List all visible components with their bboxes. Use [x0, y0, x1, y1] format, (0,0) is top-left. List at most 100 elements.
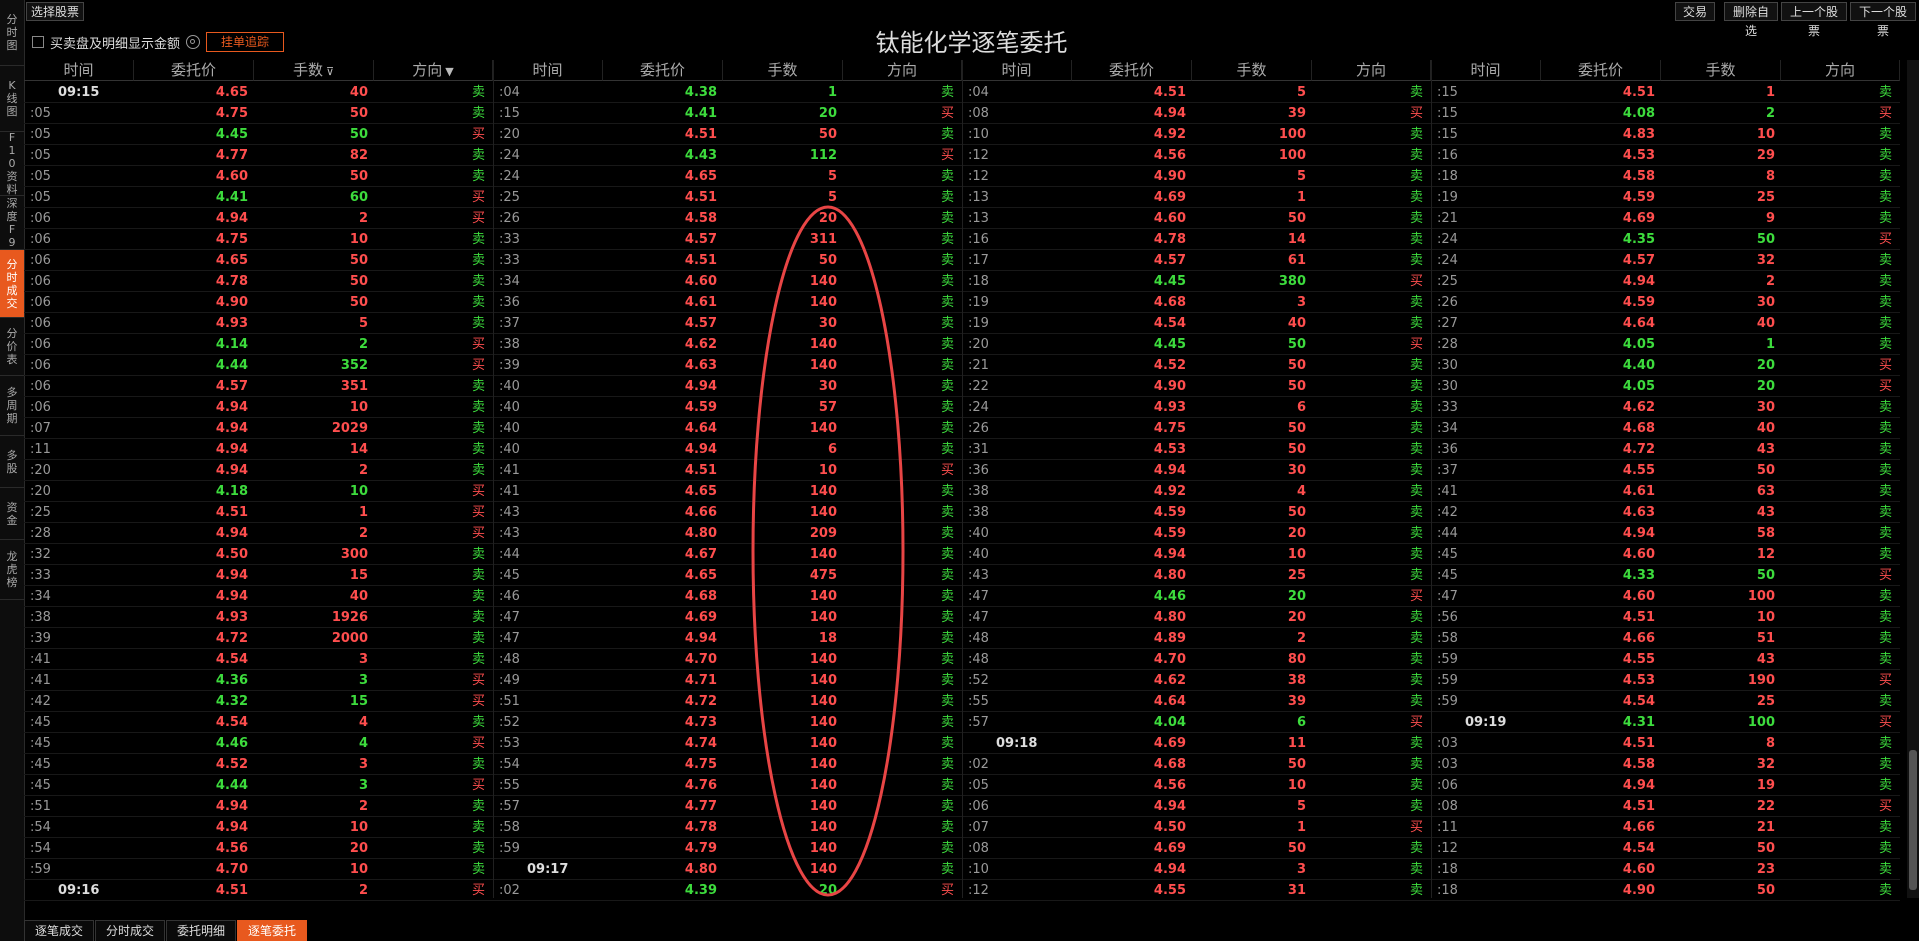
direction-cell: 卖: [1781, 271, 1900, 292]
prev-stock-button[interactable]: 上一个股票: [1781, 2, 1847, 38]
column-header[interactable]: 委托价: [603, 60, 723, 81]
direction-cell: 卖: [843, 775, 962, 796]
scrollbar[interactable]: [1907, 60, 1919, 898]
price-cell: 4.94: [134, 565, 254, 586]
time-cell: :06: [24, 334, 134, 355]
bottom-tab-1[interactable]: 分时成交: [95, 920, 166, 941]
nav-item-4[interactable]: 分时成交: [0, 250, 24, 318]
direction-cell: 卖: [843, 334, 962, 355]
column-header[interactable]: 手数: [723, 60, 843, 81]
delete-watchlist-button[interactable]: 删除自选: [1724, 2, 1778, 38]
column-header[interactable]: 方向: [1312, 60, 1431, 81]
nav-item-3[interactable]: 深度F9: [0, 196, 24, 250]
scroll-thumb[interactable]: [1909, 750, 1917, 890]
time-cell: :26: [962, 418, 1072, 439]
time-cell: :55: [962, 691, 1072, 712]
time-cell: :05: [962, 775, 1072, 796]
time-cell: :24: [493, 145, 603, 166]
volume-cell: 57: [723, 397, 843, 418]
nav-item-8[interactable]: 资金: [0, 488, 24, 540]
column-header[interactable]: 委托价: [1072, 60, 1192, 81]
sort-desc-icon[interactable]: ▼: [445, 65, 453, 78]
direction-cell: 卖: [1312, 292, 1431, 313]
volume-cell: 20: [723, 880, 843, 901]
volume-cell: 3: [254, 754, 374, 775]
filter-icon[interactable]: ⊽: [326, 65, 334, 78]
column-header[interactable]: 时间: [962, 60, 1072, 81]
bottom-tab-2[interactable]: 委托明细: [166, 920, 237, 941]
nav-item-2[interactable]: F10资料: [0, 131, 24, 196]
direction-cell: 卖: [843, 418, 962, 439]
time-cell: :20: [962, 334, 1072, 355]
price-cell: 4.94: [1072, 460, 1192, 481]
price-cell: 4.94: [603, 376, 723, 397]
direction-cell: 卖: [374, 271, 493, 292]
volume-cell: 43: [1661, 439, 1781, 460]
time-cell: 09:17: [493, 859, 603, 880]
direction-cell: 买: [374, 691, 493, 712]
bottom-tab-0[interactable]: 逐笔成交: [24, 920, 95, 941]
price-cell: 4.54: [1541, 691, 1661, 712]
gear-icon[interactable]: [186, 35, 201, 49]
price-cell: 4.57: [603, 229, 723, 250]
show-amount-checkbox[interactable]: [32, 36, 44, 48]
direction-cell: 卖: [1312, 691, 1431, 712]
column-header[interactable]: 委托价: [1541, 60, 1661, 81]
price-cell: 4.72: [1541, 439, 1661, 460]
direction-cell: 卖: [374, 250, 493, 271]
column-header[interactable]: 委托价: [134, 60, 254, 81]
column-header[interactable]: 手数: [1192, 60, 1312, 81]
time-cell: :59: [493, 838, 603, 859]
price-cell: 4.94: [134, 397, 254, 418]
volume-cell: 2: [1192, 628, 1312, 649]
column-header[interactable]: 时间: [24, 60, 134, 81]
column-header[interactable]: 手数: [1661, 60, 1781, 81]
column-header[interactable]: 时间: [493, 60, 603, 81]
nav-item-1[interactable]: K线图: [0, 66, 24, 132]
column-header[interactable]: 方向 ▼: [374, 60, 493, 81]
column-header[interactable]: 时间: [1431, 60, 1541, 81]
time-cell: :52: [493, 712, 603, 733]
nav-item-0[interactable]: 分时图: [0, 0, 24, 66]
bottom-tab-3[interactable]: 逐笔委托: [237, 920, 308, 941]
nav-item-9[interactable]: 龙虎榜: [0, 540, 24, 600]
time-cell: :11: [24, 439, 134, 460]
price-cell: 4.60: [603, 271, 723, 292]
time-cell: :36: [1431, 439, 1541, 460]
volume-cell: 39: [1192, 691, 1312, 712]
time-cell: :33: [493, 229, 603, 250]
select-stock-button[interactable]: 选择股票: [26, 2, 85, 21]
price-cell: 4.54: [134, 712, 254, 733]
direction-cell: 买: [843, 103, 962, 124]
direction-cell: 卖: [843, 670, 962, 691]
price-cell: 4.56: [1072, 775, 1192, 796]
volume-cell: 22: [1661, 796, 1781, 817]
nav-item-5[interactable]: 分价表: [0, 318, 24, 376]
trade-button[interactable]: 交易: [1675, 2, 1715, 21]
time-cell: :39: [24, 628, 134, 649]
time-cell: :04: [493, 82, 603, 103]
price-cell: 4.60: [134, 166, 254, 187]
nav-item-6[interactable]: 多周期: [0, 376, 24, 436]
next-stock-button[interactable]: 下一个股票: [1850, 2, 1916, 38]
direction-cell: 卖: [843, 124, 962, 145]
volume-cell: 29: [1661, 145, 1781, 166]
column-header[interactable]: 手数 ⊽: [254, 60, 374, 81]
nav-item-label: 分时成交: [6, 257, 18, 310]
nav-item-label: F10资料: [6, 131, 18, 196]
nav-item-7[interactable]: 多股: [0, 436, 24, 488]
price-cell: 4.62: [603, 334, 723, 355]
price-cell: 4.38: [603, 82, 723, 103]
time-cell: :31: [962, 439, 1072, 460]
direction-cell: 卖: [374, 397, 493, 418]
column-header[interactable]: 方向: [1781, 60, 1900, 81]
price-cell: 4.94: [1072, 796, 1192, 817]
direction-cell: 卖: [374, 607, 493, 628]
time-cell: :41: [1431, 481, 1541, 502]
column-header[interactable]: 方向: [843, 60, 962, 81]
price-cell: 4.90: [1072, 166, 1192, 187]
time-cell: :25: [1431, 271, 1541, 292]
time-cell: :42: [24, 691, 134, 712]
time-cell: :58: [1431, 628, 1541, 649]
order-track-button[interactable]: 挂单追踪: [206, 32, 285, 52]
